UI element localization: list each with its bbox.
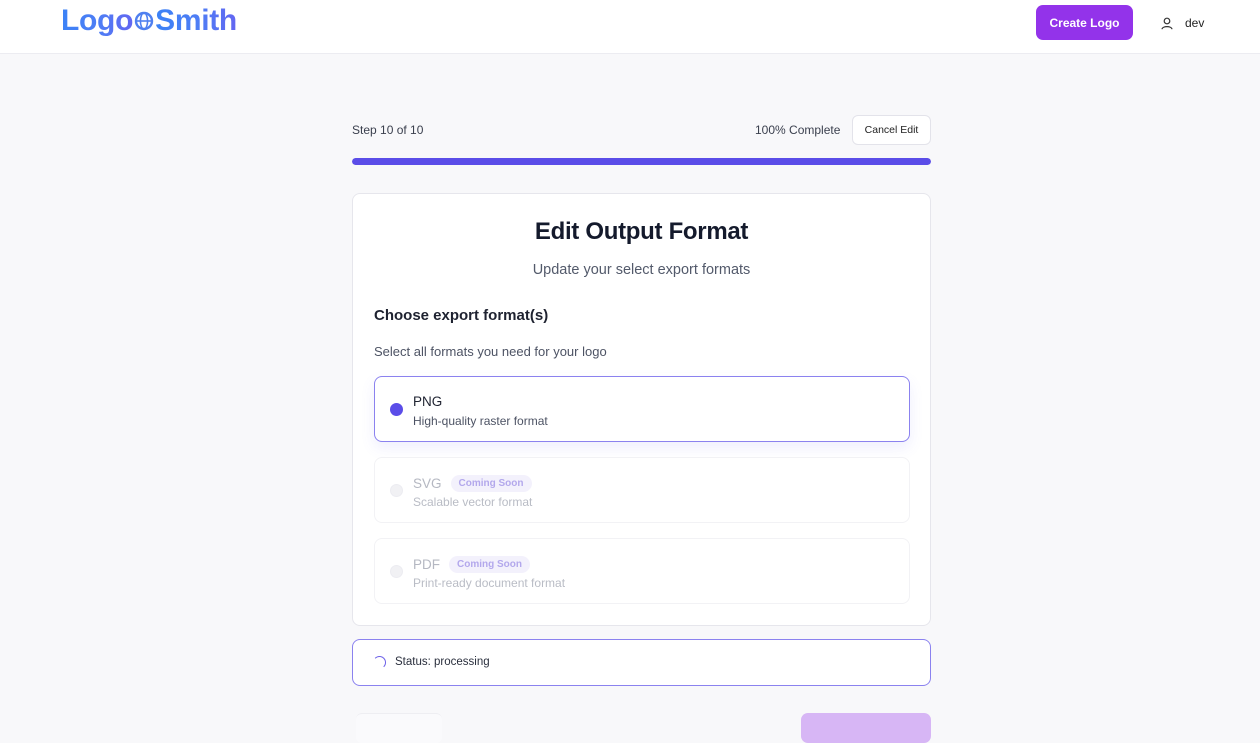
radio-icon	[390, 484, 403, 497]
coming-soon-badge: Coming Soon	[450, 475, 532, 492]
spinner-icon	[373, 656, 386, 669]
section-description: Select all formats you need for your log…	[374, 344, 607, 359]
page-subtitle: Update your select export formats	[532, 262, 751, 278]
back-button[interactable]	[356, 713, 442, 743]
option-name-row: PDF Coming Soon	[413, 556, 530, 573]
percent-complete-label: 100% Complete	[755, 123, 841, 137]
radio-selected-icon[interactable]	[390, 403, 403, 416]
top-navbar: Logo Smith Create Logo dev	[0, 0, 1260, 54]
option-description: High-quality raster format	[413, 414, 548, 428]
progress-bar	[352, 158, 931, 165]
status-panel: Status: processing	[352, 639, 931, 686]
format-card: Edit Output Format Update your select ex…	[352, 193, 931, 626]
option-name: PNG	[413, 394, 443, 409]
option-name-row: PNG	[413, 394, 442, 409]
progress-bar-fill	[352, 158, 931, 165]
logo[interactable]: Logo Smith	[61, 4, 237, 38]
cancel-edit-button[interactable]: Cancel Edit	[852, 115, 931, 145]
format-option-svg: SVG Coming Soon Scalable vector format	[374, 457, 910, 523]
step-label: Step 10 of 10	[352, 123, 424, 137]
page-title: Edit Output Format	[534, 218, 749, 245]
user-menu[interactable]: dev	[1161, 14, 1204, 32]
option-name-row: SVG Coming Soon	[413, 475, 532, 492]
status-text: Status: processing	[395, 656, 490, 668]
section-title: Choose export format(s)	[374, 307, 549, 324]
option-name: PDF	[413, 557, 440, 572]
globe-icon	[134, 11, 154, 31]
format-option-pdf: PDF Coming Soon Print-ready document for…	[374, 538, 910, 604]
logo-text-logo: Logo	[61, 4, 134, 37]
option-name: SVG	[413, 476, 442, 491]
format-option-png[interactable]: PNG High-quality raster format	[374, 376, 910, 442]
user-icon	[1161, 17, 1173, 29]
user-name: dev	[1185, 16, 1205, 30]
save-button[interactable]	[801, 713, 931, 743]
option-description: Scalable vector format	[413, 495, 533, 509]
coming-soon-badge: Coming Soon	[449, 556, 530, 573]
create-logo-button[interactable]: Create Logo	[1036, 5, 1133, 40]
logo-text-smith: Smith	[155, 4, 237, 37]
radio-icon	[390, 565, 403, 578]
option-description: Print-ready document format	[413, 576, 566, 590]
